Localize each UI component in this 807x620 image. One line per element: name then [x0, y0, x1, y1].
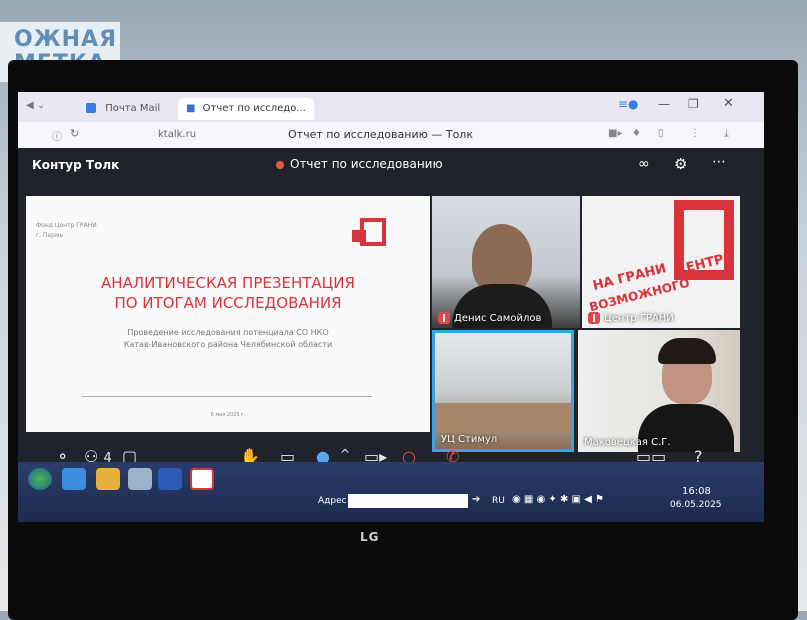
- window-title: Отчет по исследованию — Толк: [288, 128, 473, 141]
- recording-dot-icon: [276, 161, 284, 169]
- participant-tile-2[interactable]: НА ГРАНИ ВОЗМОЖНОГО ЦЕНТР Центр ГРАНИ: [582, 196, 740, 328]
- close-icon[interactable]: ✕: [723, 96, 734, 111]
- download-icon[interactable]: ⤓: [724, 127, 729, 141]
- participant-tile-1[interactable]: Денис Самойлов: [432, 196, 580, 328]
- tray-icons[interactable]: ◉ ▦ ◉ ✦ ✱ ▣ ◀ ⚑: [512, 494, 604, 505]
- bookmark-icon[interactable]: ▯: [658, 128, 664, 139]
- settings-icon[interactable]: ⚙: [674, 155, 687, 173]
- browser-addressbar: ⓘ ↻ ktalk.ru Отчет по исследованию — Тол…: [18, 122, 764, 148]
- more-icon[interactable]: ⋮: [690, 128, 700, 139]
- meeting-title: Отчет по исследованию: [290, 157, 443, 171]
- slide-subtitle-line1: Проведение исследования потенциала СО НК…: [127, 328, 329, 337]
- mic-permission-icon[interactable]: ♦: [632, 128, 641, 139]
- slide-divider: [82, 396, 372, 397]
- start-icon[interactable]: [28, 468, 52, 490]
- clock-time: 16:08: [682, 486, 711, 497]
- participant-label: УЦ Стимул: [441, 434, 497, 445]
- maximize-icon[interactable]: ❐: [688, 97, 699, 111]
- mic-off-icon: [588, 312, 600, 324]
- reload-icon[interactable]: ↻: [70, 127, 79, 140]
- screen: ◀ ⌄ Почта Mail ■ Отчет по исследо... × ≡…: [18, 92, 764, 522]
- participant-name: Денис Самойлов: [454, 313, 542, 324]
- ie-icon[interactable]: [62, 468, 86, 490]
- slide-date: 6 мая 2025 г.: [210, 412, 246, 418]
- address-label: Адрес: [318, 496, 347, 506]
- back-icon[interactable]: ◀ ⌄: [26, 100, 45, 111]
- participant-name: УЦ Стимул: [441, 434, 498, 445]
- slide-logo: [352, 216, 388, 250]
- participant-label: Центр ГРАНИ: [588, 312, 674, 324]
- mic-off-icon: [438, 312, 450, 324]
- chevron-up-icon[interactable]: ^: [340, 447, 350, 461]
- presentation-slide: Фонд Центр ГРАНИ г. Пермь АНАЛИТИЧЕСКАЯ …: [26, 196, 430, 432]
- mail-icon: [86, 103, 96, 113]
- more-options-icon[interactable]: ⋯: [712, 154, 726, 170]
- participant-tile-4[interactable]: Маковецкая С.Г.: [578, 330, 740, 452]
- go-icon[interactable]: ➔: [472, 494, 480, 505]
- camera-permission-icon[interactable]: ■▸: [608, 128, 622, 139]
- classroom-desks: [435, 403, 571, 433]
- app-brand: Контур Толк: [32, 158, 120, 172]
- yandex-browser-icon[interactable]: [190, 468, 214, 490]
- tab-report-label: Отчет по исследо...: [202, 103, 306, 114]
- participant-tile-3[interactable]: УЦ Стимул: [432, 330, 574, 452]
- slide-city: г. Пермь: [36, 232, 64, 239]
- folder-icon[interactable]: [96, 468, 120, 490]
- address-input[interactable]: [348, 494, 468, 508]
- info-icon[interactable]: ⓘ: [52, 128, 62, 143]
- app-icon[interactable]: [128, 468, 152, 490]
- monitor-brand: LG: [360, 530, 380, 544]
- participant-name: Центр ГРАНИ: [604, 313, 674, 324]
- participant-hair: [658, 338, 716, 364]
- browser-tabbar: ◀ ⌄ Почта Mail ■ Отчет по исследо... × ≡…: [18, 92, 764, 136]
- tab-mail-label: Почта Mail: [105, 103, 161, 114]
- url-text[interactable]: ktalk.ru: [158, 129, 196, 140]
- wall-sign-line1: ОЖНАЯ: [14, 27, 118, 52]
- app-header: Контур Толк Отчет по исследованию ∞ ⚙ ⋯: [18, 148, 764, 182]
- language-indicator[interactable]: RU: [492, 496, 505, 506]
- tab-mail[interactable]: Почта Mail: [78, 98, 194, 120]
- slide-title-line1: АНАЛИТИЧЕСКАЯ ПРЕЗЕНТАЦИЯ: [101, 274, 355, 292]
- slide-org: Фонд Центр ГРАНИ: [36, 222, 97, 229]
- camera-tab-icon: ■: [186, 103, 196, 114]
- tab-report[interactable]: ■ Отчет по исследо... ×: [178, 98, 314, 136]
- windows-taskbar: Адрес ➔ RU ◉ ▦ ◉ ✦ ✱ ▣ ◀ ⚑ 16:08 06.05.2…: [18, 462, 764, 522]
- minimize-icon[interactable]: —: [658, 97, 670, 111]
- participant-label: Денис Самойлов: [438, 312, 541, 324]
- profile-icon[interactable]: ≡●: [618, 97, 639, 111]
- slide-subtitle-line2: Катав-Ивановского района Челябинской обл…: [123, 340, 333, 349]
- link-icon[interactable]: ∞: [638, 156, 650, 172]
- slide-title-line2: ПО ИТОГАМ ИССЛЕДОВАНИЯ: [114, 294, 342, 312]
- word-icon[interactable]: [158, 468, 182, 490]
- clock-date: 06.05.2025: [670, 500, 722, 510]
